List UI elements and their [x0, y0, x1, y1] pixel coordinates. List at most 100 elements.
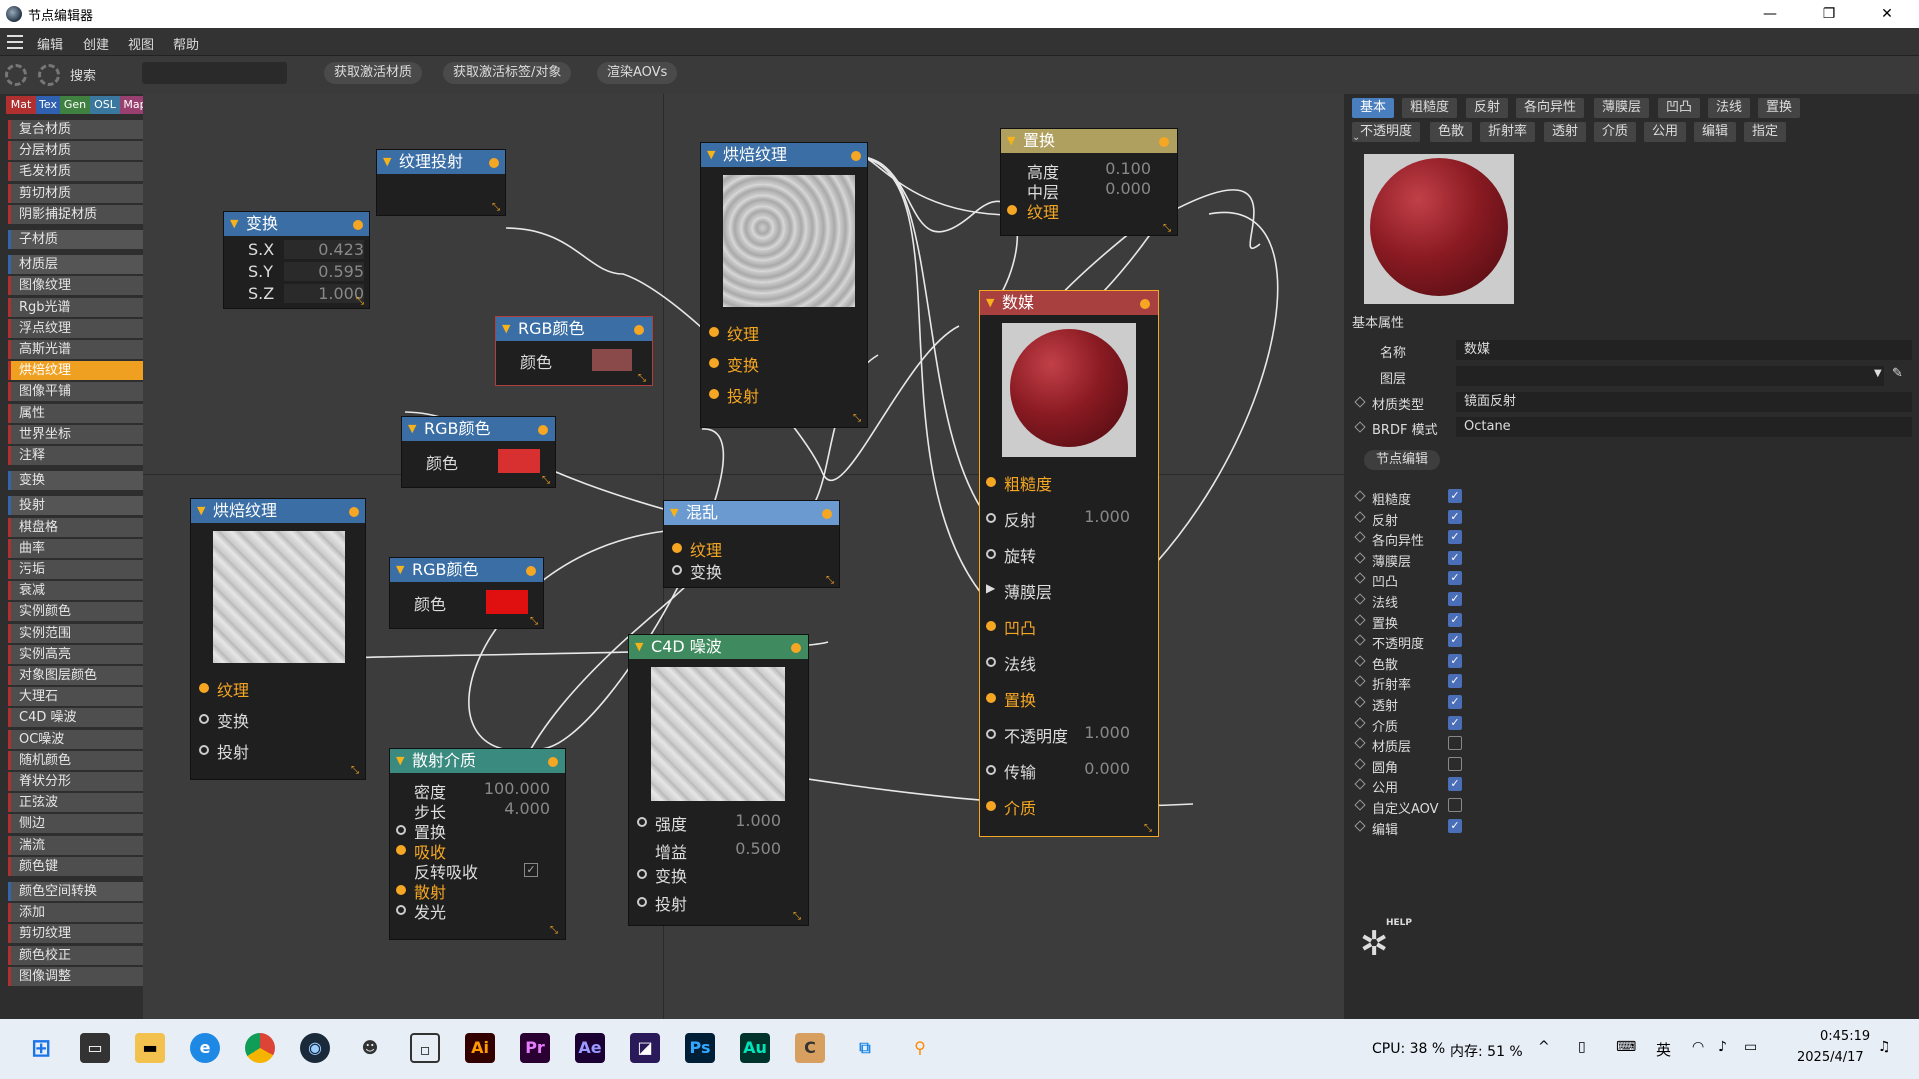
node-list-item[interactable]: C4D 噪波 [8, 708, 143, 728]
node-header[interactable]: 烘焙纹理 [191, 499, 365, 523]
node-edit-button[interactable]: 节点编辑 [1364, 450, 1441, 470]
node-list-item[interactable]: 剪切纹理 [8, 924, 143, 944]
sz-value[interactable]: 1.000 [284, 284, 364, 303]
node-list-item[interactable]: 大理石 [8, 687, 143, 707]
input-language[interactable]: 英 [1656, 1039, 1671, 1060]
category-tab-gen[interactable]: Gen [60, 96, 90, 114]
node-list-item[interactable]: 变换 [8, 471, 143, 491]
node-list-item[interactable]: 添加 [8, 903, 143, 923]
chevron-up-icon[interactable]: ^ [1538, 1039, 1550, 1055]
property-tab[interactable]: 不透明度 [1352, 122, 1421, 142]
checkbox[interactable]: ✓ [1448, 592, 1462, 606]
menu-create[interactable]: 创建 [83, 34, 109, 53]
node-header[interactable]: 混乱 [664, 501, 839, 525]
clock-date[interactable]: 2025/4/17 [1797, 1050, 1864, 1065]
node-list-item[interactable]: 脊状分形 [8, 772, 143, 791]
mid-level-value[interactable]: 0.000 [1081, 179, 1151, 198]
input-pin[interactable] [637, 869, 647, 879]
notification-icon[interactable]: ♫ [1878, 1039, 1891, 1055]
node-list-item[interactable]: 子材质 [8, 230, 143, 249]
node-list-item[interactable]: 阴影捕捉材质 [8, 204, 143, 224]
checkbox[interactable] [1448, 756, 1462, 771]
node-list-item[interactable]: 侧边 [8, 814, 143, 834]
node-list-item[interactable]: 实例颜色 [8, 602, 143, 622]
clock-time[interactable]: 0:45:19 [1820, 1029, 1870, 1044]
property-tab[interactable]: 透射 [1544, 122, 1587, 142]
category-tab-osl[interactable]: OSL [90, 96, 120, 114]
input-pin[interactable] [709, 358, 719, 368]
premiere-icon[interactable]: Pr [520, 1033, 550, 1063]
node-list-item[interactable]: 材质层 [8, 255, 143, 275]
menu-edit[interactable]: 编辑 [37, 34, 63, 53]
resize-icon[interactable]: ⤡ [1144, 823, 1156, 835]
usb-icon[interactable]: ▯ [1578, 1039, 1586, 1055]
input-pin[interactable] [986, 693, 996, 703]
node-list-item[interactable]: 颜色键 [8, 856, 143, 876]
input-pin[interactable] [199, 683, 209, 693]
keyframe-icon[interactable] [1354, 613, 1366, 626]
input-pin[interactable] [672, 565, 682, 575]
node-list-item[interactable]: 烘焙纹理 [8, 361, 143, 381]
node-baking-texture-1[interactable]: 烘焙纹理 纹理 变换 投射 ⤡ [190, 498, 366, 780]
property-tab[interactable]: 置换 [1758, 98, 1801, 118]
close-button[interactable]: ✕ [1864, 0, 1910, 28]
node-list-item[interactable]: 污垢 [8, 560, 143, 579]
keyboard-icon[interactable]: ⌨ [1616, 1039, 1636, 1055]
keyframe-icon[interactable] [1354, 758, 1366, 770]
chevron-down-icon[interactable]: ▼ [1874, 368, 1882, 379]
resize-icon[interactable]: ⤡ [351, 765, 363, 777]
output-pin[interactable] [822, 509, 832, 519]
node-list-item[interactable]: 颜色校正 [8, 945, 143, 965]
input-pin[interactable] [396, 845, 406, 855]
property-tab[interactable]: 薄膜层 [1594, 98, 1650, 118]
resize-icon[interactable]: ⤡ [826, 575, 838, 587]
node-list-item[interactable]: 曲率 [8, 538, 143, 558]
keyframe-icon[interactable] [1354, 696, 1366, 708]
input-pin[interactable] [986, 549, 996, 559]
keyframe-icon[interactable] [1354, 572, 1366, 585]
reflection-value[interactable]: 1.000 [1060, 507, 1130, 526]
node-list-item[interactable]: 投射 [8, 496, 143, 516]
node-list-item[interactable]: 分层材质 [8, 141, 143, 161]
keyframe-icon[interactable] [1354, 510, 1366, 523]
checkbox[interactable]: ✓ [1448, 695, 1462, 709]
collapse-icon[interactable]: ⌄ [1352, 132, 1360, 143]
resize-icon[interactable]: ⤡ [1163, 223, 1175, 235]
input-pin[interactable] [986, 765, 996, 775]
property-tab[interactable]: 编辑 [1694, 122, 1737, 142]
gain-value[interactable]: 0.500 [719, 839, 781, 858]
output-pin[interactable] [634, 325, 644, 335]
edge-browser-icon[interactable]: e [190, 1033, 220, 1063]
color-swatch[interactable] [498, 449, 540, 473]
node-list-item[interactable]: Rgb光谱 [8, 297, 143, 317]
node-header[interactable]: C4D 噪波 [629, 635, 808, 659]
layer-field[interactable] [1456, 366, 1884, 386]
sx-value[interactable]: 0.423 [284, 240, 364, 259]
node-rgb-color-2[interactable]: RGB颜色 颜色 ⤡ [401, 416, 556, 488]
gear-icon[interactable] [5, 64, 27, 86]
input-pin[interactable] [1007, 205, 1017, 215]
node-list-item[interactable]: 浮点纹理 [8, 318, 143, 338]
node-list-item[interactable]: 颜色空间转换 [8, 882, 143, 901]
input-pin[interactable] [986, 801, 996, 811]
node-header[interactable]: 置换 [1001, 129, 1177, 153]
node-header[interactable]: 变换 [224, 212, 369, 236]
sy-value[interactable]: 0.595 [284, 262, 364, 281]
search-app-icon[interactable]: ⚲ [905, 1033, 935, 1063]
battery-icon[interactable]: ▭ [1744, 1039, 1757, 1055]
checkbox[interactable] [1448, 736, 1462, 751]
keyframe-icon[interactable] [1354, 593, 1366, 605]
node-list-item[interactable]: 世界坐标 [8, 424, 143, 444]
node-list-item[interactable]: 复合材质 [8, 120, 143, 139]
step-value[interactable]: 4.000 [460, 799, 550, 818]
property-tab[interactable]: 凹凸 [1658, 98, 1701, 118]
keyframe-icon[interactable] [1354, 655, 1366, 667]
output-pin[interactable] [353, 220, 363, 230]
node-list-item[interactable]: 实例范围 [8, 623, 143, 643]
checkbox[interactable]: ✓ [1448, 550, 1462, 565]
node-list-item[interactable]: 高斯光谱 [8, 340, 143, 359]
keyframe-icon[interactable] [1354, 396, 1366, 408]
c-app-icon[interactable]: C [795, 1033, 825, 1063]
node-transform[interactable]: 变换 S.X 0.423 S.Y 0.595 S.Z 1.000 ⤡ [223, 211, 370, 309]
node-list-item[interactable]: 实例高亮 [8, 644, 143, 664]
